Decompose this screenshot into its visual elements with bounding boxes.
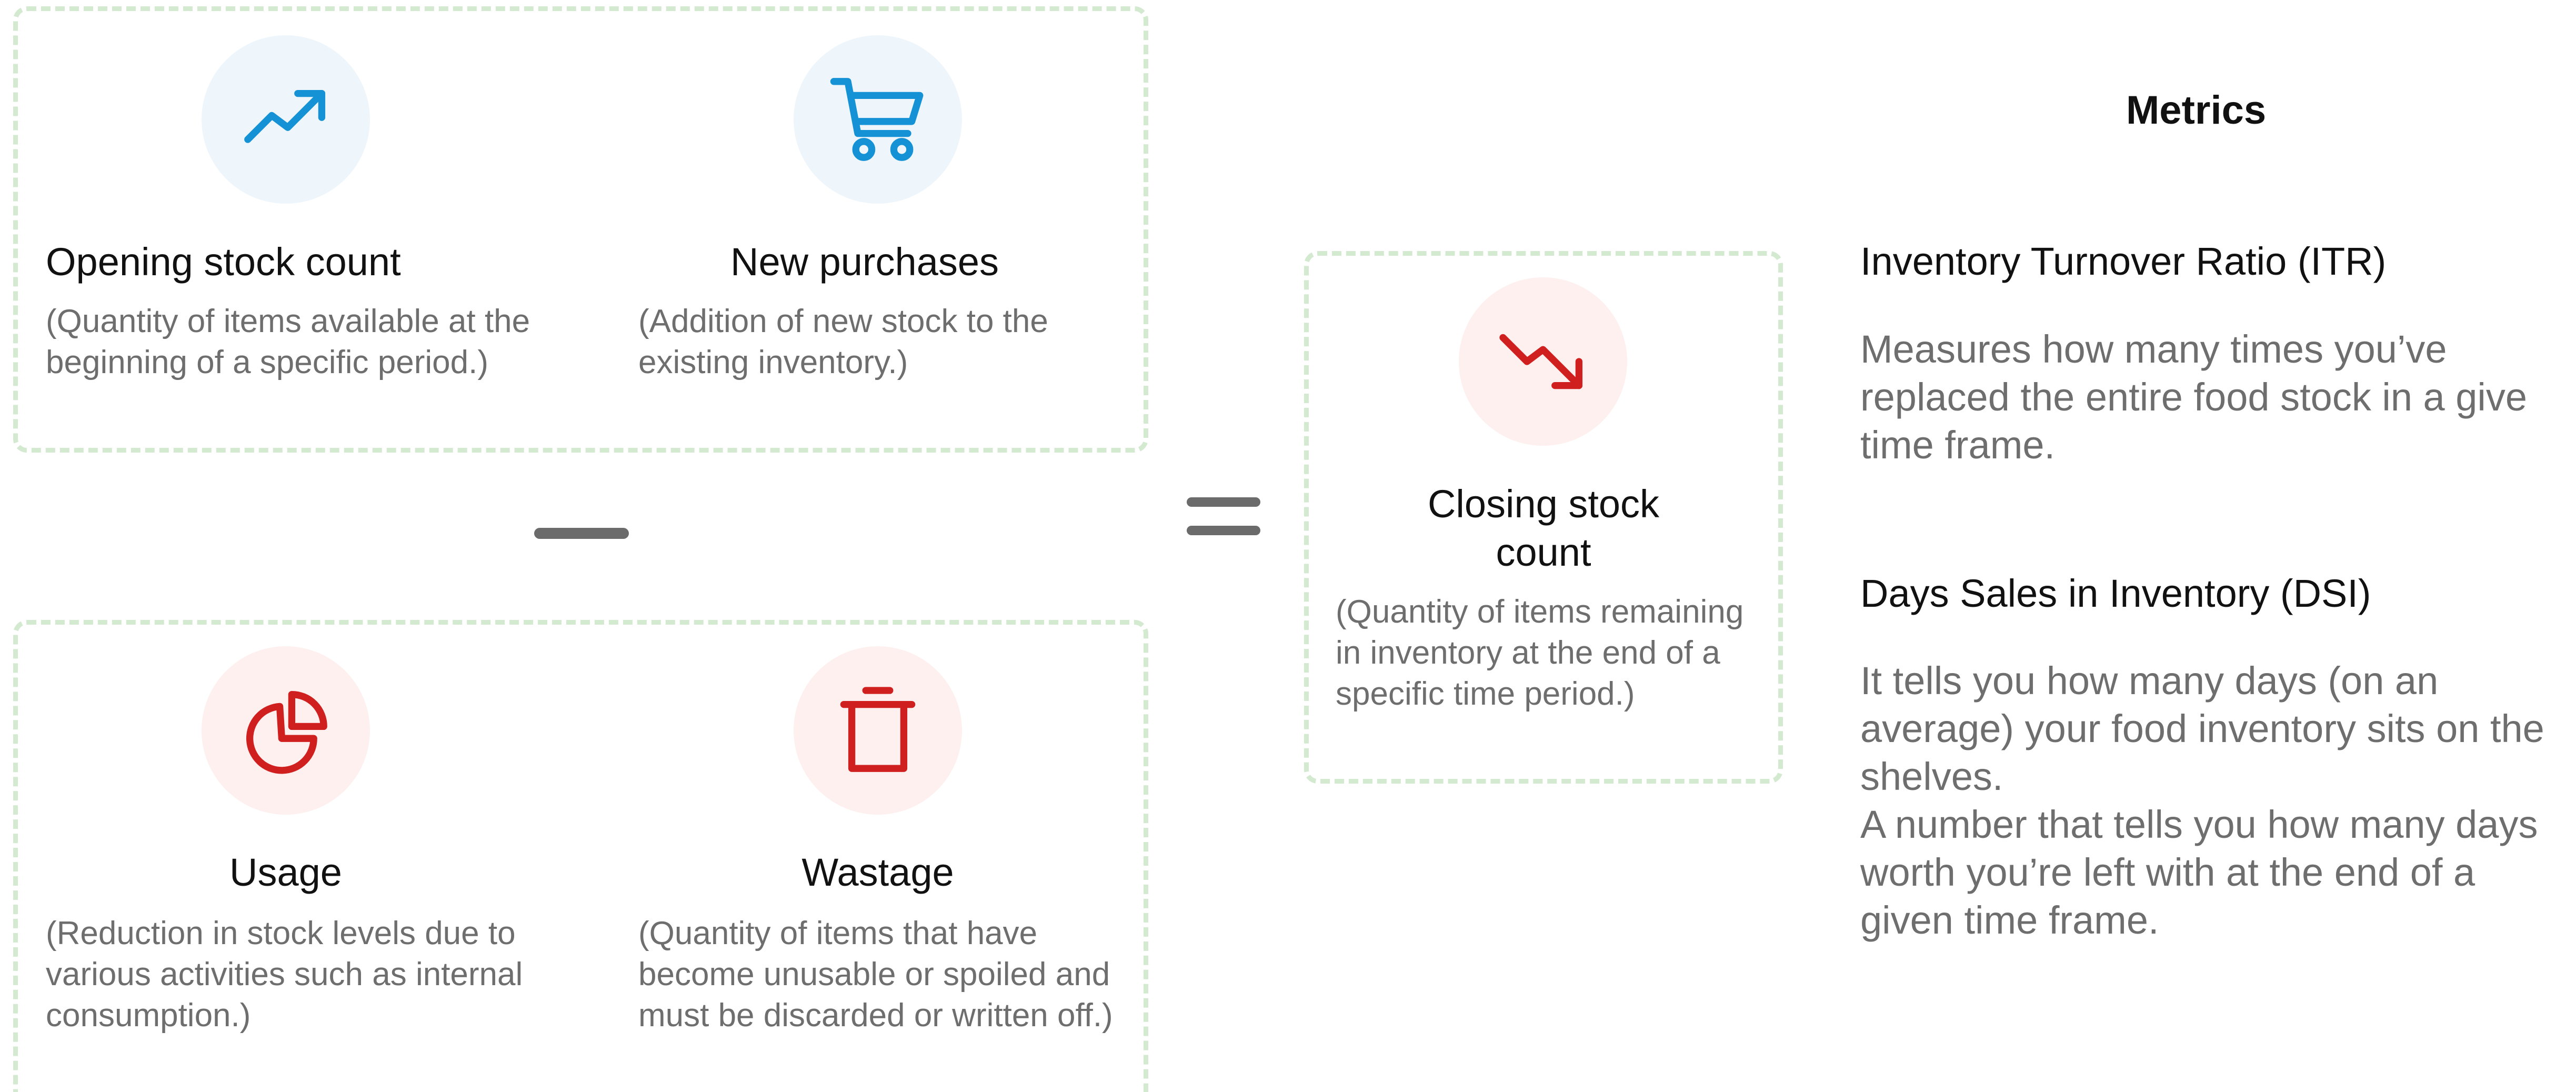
new-purchases-title: New purchases (730, 240, 999, 284)
dsi-description-line-1: It tells you how many days (on an averag… (1860, 659, 2544, 798)
itr-title: Inventory Turnover Ratio (ITR) (1860, 239, 2387, 283)
usage-icon-badge (202, 646, 370, 815)
wastage-description: (Quantity of items that have become unus… (638, 915, 1113, 1034)
opening-stock-title: Opening stock count (46, 240, 401, 284)
usage-description: (Reduction in stock levels due to variou… (46, 915, 523, 1034)
shopping-cart-icon (830, 78, 924, 161)
wastage-title: Wastage (801, 850, 954, 894)
itr-description: Measures how many times you’ve replaced … (1860, 327, 2527, 467)
dsi-description: It tells you how many days (on an averag… (1860, 657, 2565, 944)
minus-operator (534, 528, 629, 539)
trending-down-icon (1499, 334, 1583, 389)
trending-up-icon (244, 89, 326, 143)
opening-stock-description: (Quantity of items available at the begi… (46, 303, 530, 380)
new-purchases-description: (Addition of new stock to the existing i… (638, 303, 1048, 380)
trash-icon (840, 687, 916, 772)
wastage-icon-badge (794, 646, 962, 815)
dsi-title: Days Sales in Inventory (DSI) (1860, 572, 2371, 615)
opening-stock-icon-badge (202, 35, 370, 204)
closing-stock-icon-badge (1459, 277, 1627, 446)
usage-title: Usage (229, 850, 342, 894)
closing-stock-title: Closing stock count (1427, 482, 1660, 574)
equals-operator (1187, 497, 1260, 535)
new-purchases-icon-badge (794, 35, 962, 204)
metrics-heading: Metrics (2126, 88, 2267, 133)
closing-stock-description: (Quantity of items remaining in inventor… (1336, 594, 1744, 712)
pie-chart-icon (246, 690, 327, 774)
additions-group (13, 6, 1148, 453)
dsi-description-line-2: A number that tells you how many days wo… (1860, 803, 2538, 942)
